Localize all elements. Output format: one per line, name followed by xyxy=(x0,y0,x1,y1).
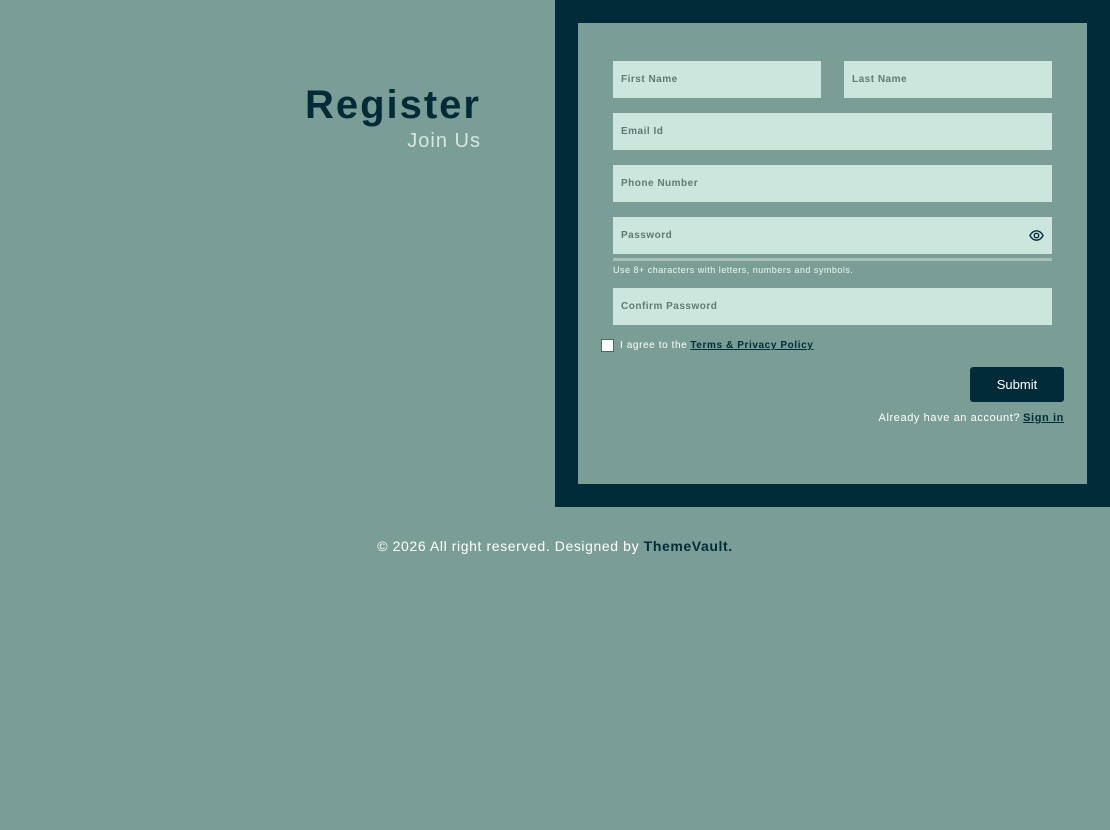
eye-icon[interactable] xyxy=(1029,228,1044,243)
terms-checkbox[interactable] xyxy=(601,339,614,352)
confirm-password-input[interactable]: Confirm Password xyxy=(613,288,1052,325)
last-name-placeholder: Last Name xyxy=(852,74,908,85)
password-strength-bar xyxy=(613,258,1052,261)
confirm-password-placeholder: Confirm Password xyxy=(621,301,718,312)
terms-label: I agree to the xyxy=(620,340,688,351)
signin-link[interactable]: Sign in xyxy=(1023,412,1064,424)
email-input[interactable]: Email Id xyxy=(613,113,1052,150)
signin-prompt: Already have an account? Sign in xyxy=(879,412,1064,424)
footer: © 2026 All right reserved. Designed by T… xyxy=(0,538,1110,554)
password-placeholder: Password xyxy=(621,230,673,241)
page-subtitle: Join Us xyxy=(407,130,481,152)
signin-text: Already have an account? xyxy=(878,412,1021,424)
page-title: Register xyxy=(304,83,481,127)
phone-placeholder: Phone Number xyxy=(621,178,699,189)
terms-link[interactable]: Terms & Privacy Policy xyxy=(690,340,813,351)
submit-button[interactable]: Submit xyxy=(970,367,1064,402)
first-name-input[interactable]: First Name xyxy=(613,61,821,98)
phone-input[interactable]: Phone Number xyxy=(613,165,1052,202)
email-placeholder: Email Id xyxy=(621,126,664,137)
first-name-placeholder: First Name xyxy=(621,74,678,85)
page-heading: Register Join Us xyxy=(305,82,481,153)
footer-text: © 2026 All right reserved. Designed by xyxy=(377,538,640,554)
password-input[interactable]: Password xyxy=(613,217,1052,254)
footer-brand-link[interactable]: ThemeVault. xyxy=(644,538,733,554)
terms-agreement: I agree to the Terms & Privacy Policy xyxy=(601,339,813,352)
last-name-input[interactable]: Last Name xyxy=(844,61,1052,98)
password-hint: Use 8+ characters with letters, numbers … xyxy=(613,265,854,275)
